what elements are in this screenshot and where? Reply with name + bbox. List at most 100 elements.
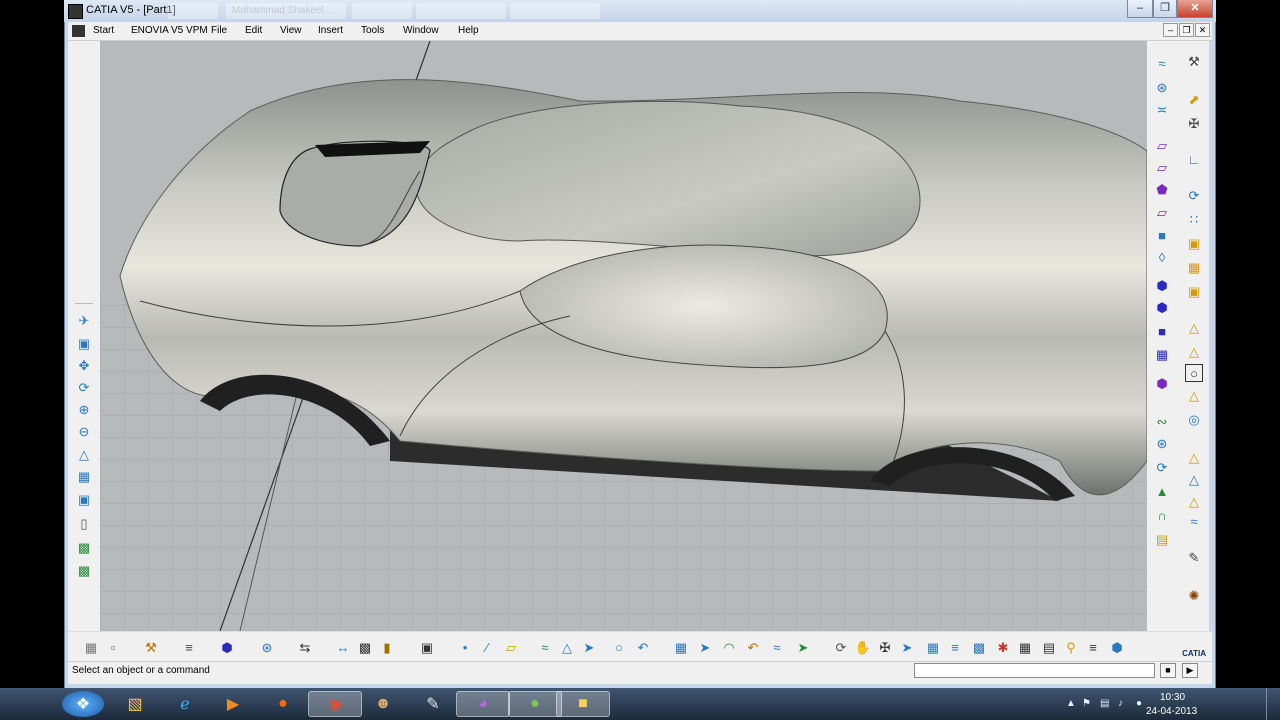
boolean-icon[interactable]: ▦ [1185,258,1203,276]
doc-minimize-button[interactable]: – [1163,23,1178,37]
fill-icon[interactable]: ⬟ [1153,180,1171,198]
document-icon[interactable] [72,25,85,37]
measure-tool-icon[interactable]: ⚒ [142,638,160,656]
spline-icon[interactable]: ⊛ [1153,434,1171,452]
swap-visible-space-icon[interactable]: ▩ [75,561,93,579]
render-icon[interactable]: ✺ [1185,586,1203,604]
stack-icon[interactable]: ≡ [946,638,964,656]
shaft-icon[interactable]: ▦ [1153,345,1171,363]
zoom-in-icon[interactable]: ⊕ [75,400,93,418]
sweep-tool-icon[interactable]: ↶ [744,638,762,656]
multi-section-icon[interactable]: ⬢ [1153,374,1171,392]
solid-icon[interactable]: ⬢ [1153,276,1171,294]
new-icon[interactable]: ▦ [82,638,100,656]
firefox-icon[interactable]: ● [256,691,310,717]
gtalk-icon[interactable]: ● [508,691,562,717]
arrows-icon[interactable]: ↔ [334,638,352,656]
hand-icon[interactable]: ✋ [854,638,872,656]
link-icon[interactable]: ⊛ [258,638,276,656]
power-input-button[interactable]: ▶ [1182,663,1198,678]
revolve-tool-icon[interactable]: ◠ [720,638,738,656]
circle-tool-icon[interactable]: ○ [610,638,628,656]
open-icon[interactable]: ▫ [104,638,122,656]
point-tool-icon[interactable]: • [456,638,474,656]
loft-tool-icon[interactable]: ≈ [768,638,786,656]
pan-icon[interactable]: ✥ [75,356,93,374]
axis-icon[interactable]: ✠ [1185,114,1203,132]
menu-tools[interactable]: Tools [361,25,384,36]
maximize-button[interactable]: ❐ [1153,0,1177,18]
tray-app-icon[interactable]: ● [1136,698,1142,709]
multi-view-icon[interactable]: ▦ [75,467,93,485]
menu-help[interactable]: Help [458,25,479,36]
close-button[interactable]: ✕ [1177,0,1213,18]
hide-show-icon[interactable]: ▩ [75,538,93,556]
list-icon[interactable]: ≡ [1084,638,1102,656]
iso-view-icon[interactable]: ▣ [75,490,93,508]
pad-icon[interactable]: ⬢ [1153,298,1171,316]
table-icon[interactable]: ▤ [1040,638,1058,656]
tools-icon[interactable]: ⚒ [1185,52,1203,70]
pattern-icon[interactable]: ∷ [1185,210,1203,228]
transform-icon[interactable]: ⟳ [1185,186,1203,204]
catia-taskbar-icon[interactable]: ■ [556,691,610,717]
sketch-icon[interactable]: ≈ [1153,54,1171,72]
zoom-out-icon[interactable]: ⊖ [75,422,93,440]
reflect-tool-icon[interactable]: ➤ [580,638,598,656]
menu-window[interactable]: Window [403,25,439,36]
normal-view-icon[interactable]: △ [75,445,93,463]
trim-icon[interactable]: ▲ [1153,482,1171,500]
blend-icon[interactable]: ▱ [1153,203,1171,221]
axis-tool-icon[interactable]: ✠ [876,638,894,656]
bottle-icon[interactable]: ▮ [378,638,396,656]
copy-icon[interactable]: ▩ [356,638,374,656]
tray-flag-icon[interactable]: ⚑ [1082,698,1091,709]
fit-all-icon[interactable]: ▣ [75,334,93,352]
join-icon[interactable]: ■ [1153,226,1171,244]
layer-icon[interactable]: ▤ [1153,530,1171,548]
catia-app-icon[interactable] [68,4,83,19]
clock-time[interactable]: 10:30 [1160,692,1185,703]
measure-icon[interactable]: ▣ [1185,234,1203,252]
cube-icon[interactable]: ⬢ [218,638,236,656]
3d-viewport[interactable] [100,41,1147,631]
surface-icon[interactable]: △ [1185,448,1203,466]
media-app-icon[interactable]: ◕ [456,691,510,717]
chrome-icon[interactable]: ◉ [308,691,362,717]
clock-date[interactable]: 24-04-2013 [1146,706,1197,717]
compass-icon[interactable]: ➤ [898,638,916,656]
refresh-icon[interactable]: ⟳ [832,638,850,656]
project-tool-icon[interactable]: ≈ [536,638,554,656]
annotation-icon[interactable]: ✎ [1185,548,1203,566]
combine-tool-icon[interactable]: △ [558,638,576,656]
conic-tool-icon[interactable]: ↶ [634,638,652,656]
start-orb-icon[interactable]: ❖ [62,691,104,717]
split-icon[interactable]: △ [1185,492,1203,510]
offset-icon[interactable]: ▱ [1153,158,1171,176]
minimize-button[interactable]: – [1127,0,1153,18]
revolve-icon[interactable]: ⊛ [1153,78,1171,96]
line-icon[interactable]: △ [1185,386,1203,404]
sweep-icon[interactable]: ≍ [1153,100,1171,118]
tray-network-icon[interactable]: ▤ [1100,698,1109,709]
blend-tool-icon[interactable]: ➤ [794,638,812,656]
menu-insert[interactable]: Insert [318,25,343,36]
select-icon[interactable]: ⬈ [1185,90,1203,108]
search-icon[interactable]: ⚲ [1062,638,1080,656]
command-input[interactable] [914,663,1155,678]
doc-close-button[interactable]: ✕ [1195,23,1210,37]
part-icon[interactable]: ▣ [1185,282,1203,300]
extrude-tool-icon[interactable]: ➤ [696,638,714,656]
users-icon[interactable]: ☻ [356,691,410,717]
intersection-icon[interactable]: ⟳ [1153,458,1171,476]
wireframe-icon[interactable]: △ [1185,318,1203,336]
point-icon[interactable]: ○ [1185,364,1203,382]
projection-icon[interactable]: △ [1185,470,1203,488]
extract-icon[interactable]: ∩ [1153,506,1171,524]
menu-edit[interactable]: Edit [245,25,262,36]
tray-volume-icon[interactable]: ♪ [1118,698,1123,709]
analysis-icon[interactable]: ∟ [1185,150,1203,168]
snap-icon[interactable]: ≡ [180,638,198,656]
explorer-icon[interactable]: ▧ [108,691,162,717]
menu-start[interactable]: Start [93,25,114,36]
